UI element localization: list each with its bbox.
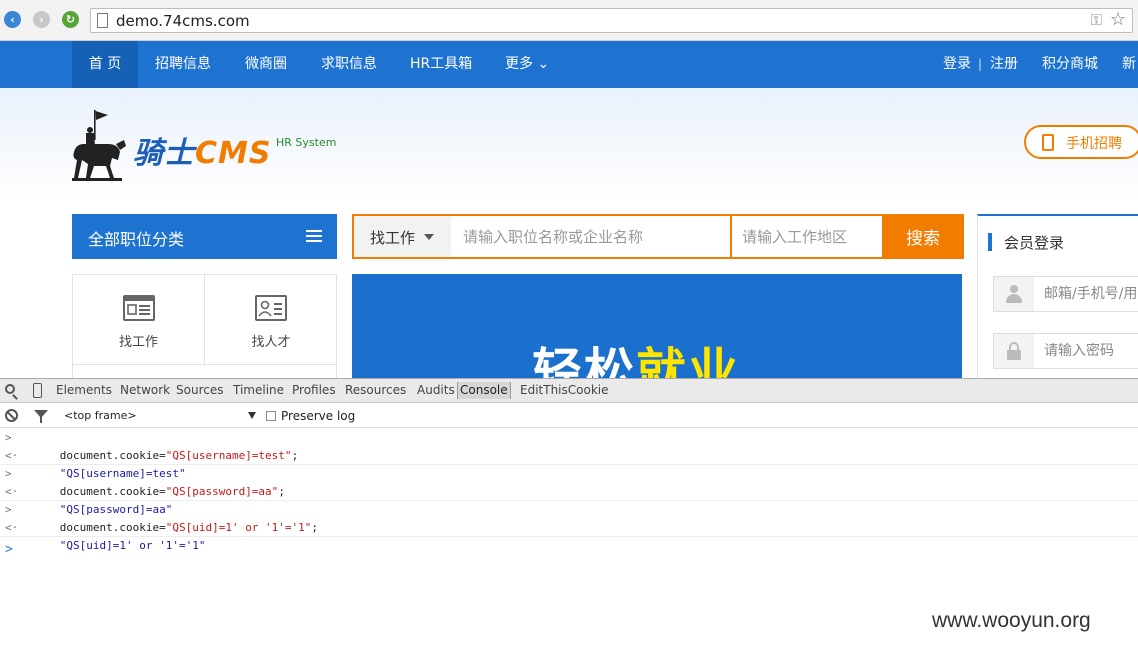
login-accent-bar (988, 233, 992, 251)
category-header[interactable]: 全部职位分类 (72, 214, 337, 259)
nav-jobs[interactable]: 招聘信息 (155, 41, 211, 88)
tab-sources[interactable]: Sources (176, 383, 223, 397)
tab-timeline[interactable]: Timeline (233, 383, 284, 397)
logo-cms: CMS (195, 136, 272, 171)
input-chevron-icon: > (5, 431, 12, 444)
console-line: <· "QS[password]=aa" (0, 483, 1138, 516)
find-job-label: 找工作 (118, 335, 158, 350)
device-mode-icon[interactable] (33, 383, 42, 398)
caret-down-icon (248, 412, 256, 419)
search-button[interactable]: 搜索 (882, 214, 964, 259)
console-prompt[interactable]: > (5, 542, 13, 557)
console-result: "QS[uid]=1' or '1'='1" (59, 539, 206, 552)
result-chevron-icon: <· (5, 521, 19, 534)
nav-login[interactable]: 登录 (943, 41, 971, 88)
mobile-recruit-button[interactable]: 手机招聘 (1024, 125, 1138, 159)
chevron-down-icon: ⌄ (537, 56, 550, 72)
result-chevron-icon: <· (5, 449, 19, 462)
user-icon (1006, 285, 1022, 303)
console-output: > document.cookie="QS[username]=test"; <·… (0, 429, 1138, 552)
nav-home[interactable]: 首 页 (72, 41, 138, 88)
inspect-search-icon[interactable] (5, 384, 15, 394)
promo-banner[interactable]: 轻松就业 (352, 274, 962, 378)
nav-hr-tools[interactable]: HR工具箱 (410, 41, 472, 88)
search-type-dropdown[interactable]: 找工作 (354, 216, 451, 257)
clear-console-icon[interactable] (5, 409, 18, 422)
nav-more[interactable]: 更多 ⌄ (505, 41, 549, 88)
console-line: > document.cookie="QS[uid]=1' or '1'='1"; (0, 501, 1138, 534)
preserve-log-label: Preserve log (281, 409, 356, 423)
category-title: 全部职位分类 (88, 230, 185, 249)
bookmark-star-icon[interactable]: ☆ (1110, 9, 1126, 30)
username-field (993, 276, 1138, 312)
find-job-tile[interactable]: 找工作 (73, 275, 205, 365)
key-icon[interactable]: ⚿ (1091, 11, 1102, 29)
nav-separator: | (978, 57, 983, 71)
nav-points-mall[interactable]: 积分商城 (1042, 41, 1098, 88)
preserve-log-checkbox[interactable] (266, 411, 276, 421)
devtools-tab-bar: Elements Network Sources Timeline Profil… (0, 379, 1138, 403)
lock-icon (1007, 342, 1021, 360)
page-icon (97, 13, 108, 28)
promo-text-a: 轻松 (532, 343, 636, 378)
input-chevron-icon: > (5, 503, 12, 516)
find-talent-label: 找人才 (251, 335, 291, 350)
console-line: <· "QS[username]=test" (0, 447, 1138, 480)
area-search-input[interactable] (730, 216, 882, 257)
site-nav-bar: 首 页 招聘信息 微商圈 求职信息 HR工具箱 更多 ⌄ 登录 | 注册 积分商… (0, 41, 1138, 88)
category-grid: 找工作 找人才 (72, 274, 337, 378)
caret-down-icon (424, 234, 434, 240)
browser-toolbar: ‹ › ↻ demo.74cms.com ⚿ ☆ (0, 0, 1138, 41)
console-line: > document.cookie="QS[password]=aa"; (0, 465, 1138, 498)
frame-selector[interactable]: <top frame> (64, 408, 260, 424)
input-chevron-icon: > (5, 467, 12, 480)
mobile-recruit-label: 手机招聘 (1066, 136, 1122, 152)
nav-overflow-item[interactable]: 新 (1122, 41, 1136, 88)
phone-icon (1042, 134, 1054, 151)
frame-selector-label: <top frame> (64, 409, 137, 422)
knight-logo-icon[interactable] (70, 108, 128, 182)
promo-slogan: 轻松就业 (532, 332, 740, 378)
password-field (993, 333, 1138, 369)
talent-card-icon (255, 295, 287, 321)
tab-audits[interactable]: Audits (417, 383, 455, 397)
keyword-search-input[interactable] (451, 216, 730, 257)
search-bar: 找工作 搜索 (352, 214, 964, 259)
tab-profiles[interactable]: Profiles (292, 383, 336, 397)
nav-resumes[interactable]: 求职信息 (321, 41, 377, 88)
tab-resources[interactable]: Resources (345, 383, 406, 397)
password-input[interactable] (1034, 334, 1138, 368)
url-text[interactable]: demo.74cms.com (116, 12, 250, 30)
nav-register[interactable]: 注册 (990, 41, 1018, 88)
back-arrow-icon[interactable]: ‹ (4, 11, 21, 28)
username-input[interactable] (1034, 277, 1138, 311)
console-toolbar: <top frame> Preserve log (0, 404, 1138, 428)
watermark: www.wooyun.org (932, 609, 1091, 632)
logo-wordmark[interactable]: 骑士CMS (133, 128, 271, 172)
logo-main: 骑士 (133, 136, 195, 171)
console-line: <· "QS[uid]=1' or '1'='1" (0, 519, 1138, 552)
address-bar[interactable]: demo.74cms.com ⚿ ☆ (90, 8, 1133, 33)
forward-arrow-icon[interactable]: › (33, 11, 50, 28)
nav-wechat-circle[interactable]: 微商圈 (245, 41, 287, 88)
tab-network[interactable]: Network (120, 383, 170, 397)
reload-icon[interactable]: ↻ (62, 11, 79, 28)
filter-funnel-icon[interactable] (34, 410, 48, 423)
logo-subtitle: HR System (276, 136, 337, 149)
console-line: > document.cookie="QS[username]=test"; (0, 429, 1138, 462)
result-chevron-icon: <· (5, 485, 19, 498)
login-title: 会员登录 (1004, 234, 1065, 252)
job-list-icon (123, 295, 155, 321)
tab-elements[interactable]: Elements (56, 383, 112, 397)
hamburger-menu-icon[interactable] (306, 230, 322, 243)
search-type-label: 找工作 (370, 229, 416, 247)
promo-text-b: 就业 (636, 343, 740, 378)
tab-console[interactable]: Console (457, 382, 511, 399)
tab-editthiscookie[interactable]: EditThisCookie (520, 383, 609, 397)
member-login-panel: 会员登录 (977, 214, 1138, 378)
find-talent-tile[interactable]: 找人才 (205, 275, 337, 365)
nav-more-label: 更多 (505, 56, 533, 72)
user-field-icon-box (994, 277, 1034, 311)
password-field-icon-box (994, 334, 1034, 368)
